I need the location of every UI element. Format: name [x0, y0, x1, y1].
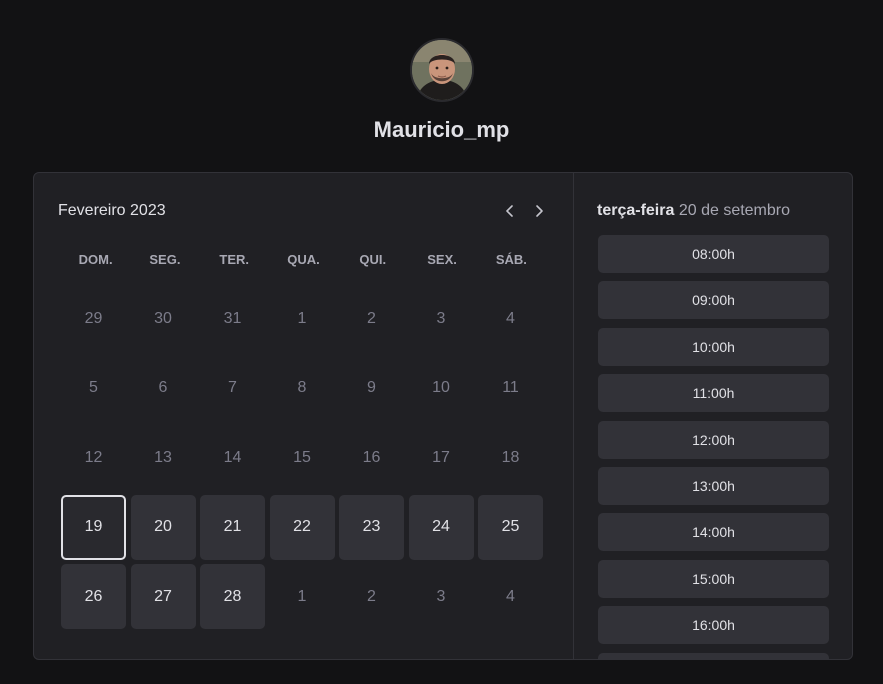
weekday-label: QUA. [287, 252, 320, 267]
time-picker: terça-feira 20 de setembro 08:00h 09:00h 1… [573, 173, 852, 659]
time-slot-button[interactable]: 16:00h [598, 606, 829, 645]
time-picker-header: terça-feira 20 de setembro [597, 201, 790, 221]
calendar-day[interactable]: 27 [130, 564, 196, 629]
weekday-label: SÁB. [495, 252, 527, 267]
calendar-day: 10 [432, 379, 450, 396]
weekday-label: SEG. [149, 252, 181, 267]
avatar [410, 38, 474, 102]
time-slot-button[interactable]: 14:00h [598, 513, 829, 552]
time-slot-button[interactable]: 13:00h [598, 466, 829, 505]
username: Mauricio_mp [373, 117, 510, 142]
time-slot-button[interactable]: 08:00h [598, 235, 829, 273]
calendar-day: 3 [436, 309, 446, 327]
calendar-day: 5 [89, 379, 98, 396]
calendar-day: 29 [84, 309, 103, 327]
time-slot-button[interactable]: 15:00h [598, 559, 829, 598]
calendar-day: 4 [506, 309, 515, 327]
calendar-day[interactable]: 23 [339, 494, 404, 560]
calendar-day[interactable]: 21 [200, 494, 265, 560]
weekday-label: SEX. [427, 252, 457, 267]
calendar-day[interactable]: 20 [130, 494, 196, 560]
selected-weekday: terça-feira [597, 202, 675, 219]
time-slot-list: 08:00h 09:00h 10:00h 11:00h 12:00h 13:00h 14:0… [598, 235, 829, 659]
calendar-day[interactable]: 22 [269, 494, 335, 560]
calendar-day[interactable]: 26 [61, 564, 126, 629]
calendar-day[interactable]: 28 [200, 564, 265, 629]
avatar-image [412, 40, 472, 100]
time-slot-button[interactable]: 10:00h [598, 327, 829, 366]
calendar-day-grid: 29 30 31 1 2 3 4 5 6 7 8 9 10 11 12 13 14 15 16 17 18 19 20 21 2… [61, 286, 547, 629]
profile-header: Mauricio_mp [0, 0, 883, 160]
calendar-day[interactable]: 25 [478, 494, 543, 560]
time-slot-button[interactable]: 11:00h [598, 374, 829, 413]
weekday-label: TER. [219, 252, 250, 267]
calendar-day: 18 [501, 448, 520, 466]
calendar-day: 2 [367, 309, 376, 327]
calendar-day: 3 [436, 587, 446, 605]
time-slot-button[interactable]: 12:00h [598, 420, 829, 459]
time-slot-button[interactable] [598, 652, 829, 659]
selected-date: 20 de setembro [678, 202, 791, 219]
calendar-day: 15 [293, 448, 311, 466]
chevron-right-icon [536, 205, 543, 217]
calendar-day: 17 [432, 448, 450, 466]
calendar-day: 31 [223, 309, 242, 327]
calendar-day: 9 [367, 379, 376, 396]
calendar-day: 12 [84, 448, 103, 466]
time-slot-button[interactable]: 09:00h [598, 281, 829, 320]
calendar-day: 30 [154, 309, 172, 327]
weekday-label: DOM. [78, 252, 113, 267]
calendar-day[interactable]: 24 [408, 494, 474, 560]
calendar-day: 4 [506, 587, 515, 605]
weekday-header-row: DOM. SEG. TER. QUA. QUI. SEX. SÁB. [61, 251, 546, 269]
calendar-day: 11 [502, 379, 519, 396]
weekday-label: QUI. [359, 252, 387, 267]
calendar-day-selected[interactable]: 19 [61, 494, 126, 560]
calendar-day: 1 [297, 587, 307, 605]
calendar-day: 1 [297, 309, 307, 327]
calendar-day: 14 [223, 448, 242, 466]
calendar-day: 7 [228, 379, 237, 396]
calendar-month-title: Fevereiro 2023 [58, 202, 166, 219]
calendar-day: 8 [297, 379, 307, 396]
calendar-day: 6 [158, 379, 168, 396]
calendar-day: 2 [367, 587, 376, 605]
calendar-day: 13 [154, 448, 172, 466]
calendar: Fevereiro 2023 DOM. SEG. TER. QUA. QUI. … [34, 173, 573, 659]
chevron-left-icon [506, 205, 513, 217]
calendar-day: 16 [362, 448, 381, 466]
next-month-button[interactable] [528, 200, 550, 222]
scheduling-card: Fevereiro 2023 DOM. SEG. TER. QUA. QUI. … [33, 172, 853, 660]
previous-month-button[interactable] [499, 200, 521, 222]
